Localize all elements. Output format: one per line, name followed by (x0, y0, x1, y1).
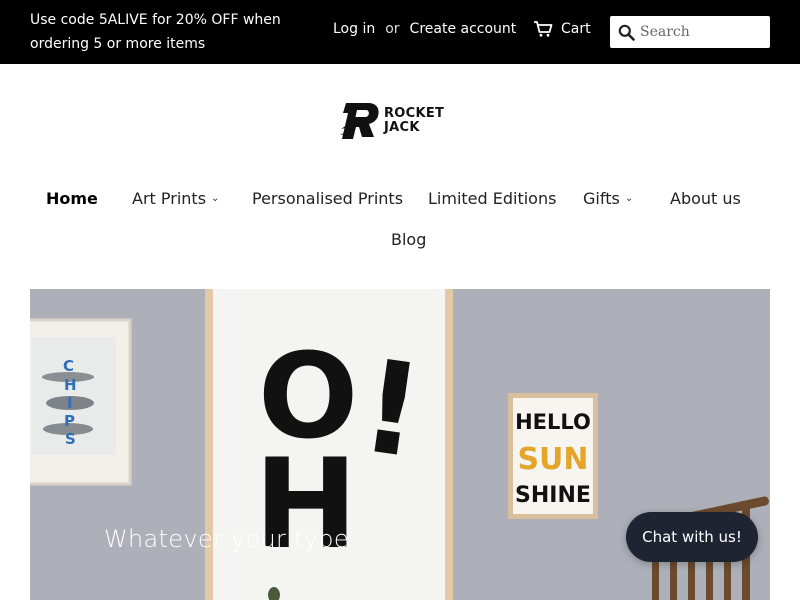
sunshine-line: SHINE (515, 483, 591, 508)
search-icon (618, 24, 635, 41)
chevron-down-icon: ⌄ (624, 192, 634, 204)
account-separator: or (385, 21, 400, 37)
cart-label: Cart (561, 21, 591, 37)
nav-label: Limited Editions (428, 188, 557, 208)
nav-label: Home (46, 188, 98, 208)
sunshine-line: SUN (517, 442, 588, 477)
site-logo[interactable]: ROCKET JACK (340, 98, 462, 144)
chips-letter: S (65, 430, 76, 448)
nav-item-about-us[interactable]: About us (670, 180, 741, 216)
chips-letter: I (67, 394, 73, 412)
chevron-down-icon: ⌄ (211, 192, 220, 204)
nav-item-blog[interactable]: Blog (391, 221, 426, 257)
chat-label: Chat with us! (642, 528, 742, 546)
chips-letter: P (64, 412, 75, 430)
logo-line-1: ROCKET (384, 106, 445, 121)
oh-letter: H (254, 433, 358, 577)
nav-label: Gifts (583, 188, 620, 208)
chat-button[interactable]: Chat with us! (626, 512, 758, 562)
chips-letter: C (63, 357, 74, 375)
nav-item-limited-editions[interactable]: Limited Editions (428, 180, 556, 216)
logo-wordmark: ROCKET JACK (384, 107, 444, 135)
cart-link[interactable]: Cart (533, 20, 591, 38)
promo-text: Use code 5ALIVE for 20% OFF when orderin… (30, 12, 281, 52)
nav-item-gifts[interactable]: Gifts ⌄ (583, 180, 633, 216)
logo-line-2: JACK (384, 120, 420, 135)
chips-print (30, 318, 132, 486)
search-button[interactable] (612, 16, 640, 48)
search-input[interactable] (640, 17, 766, 47)
login-link[interactable]: Log in (333, 21, 375, 37)
nav-label: Art Prints (132, 188, 207, 208)
create-account-link[interactable]: Create account (410, 21, 517, 37)
account-links: Log in or Create account (333, 21, 516, 37)
nav-item-home[interactable]: Home (46, 180, 98, 216)
search-box (610, 16, 770, 48)
chips-letter: H (64, 376, 77, 394)
nav-label: Blog (391, 229, 427, 249)
nav-label: About us (670, 188, 741, 208)
sunshine-line: HELLO (515, 410, 591, 434)
announcement-bar: Use code 5ALIVE for 20% OFF when orderin… (0, 0, 800, 64)
rocket-jack-logo-mark (340, 103, 379, 139)
nav-item-personalised-prints[interactable]: Personalised Prints (252, 180, 403, 216)
hero-caption: Whatever your type (104, 525, 349, 553)
nav-label: Personalised Prints (252, 188, 404, 208)
cart-icon (534, 21, 553, 37)
nav-item-art-prints[interactable]: Art Prints ⌄ (132, 180, 219, 216)
